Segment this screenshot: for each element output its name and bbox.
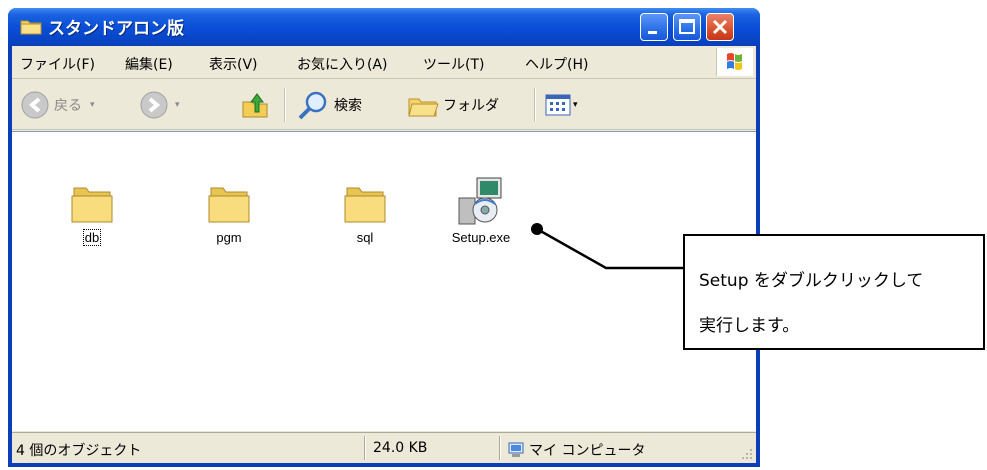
callout-line-1: Setup をダブルクリックして — [699, 271, 924, 291]
callout-box: Setup をダブルクリックして 実行します。 — [683, 234, 985, 350]
callout-line-2: 実行します。 — [699, 316, 800, 336]
